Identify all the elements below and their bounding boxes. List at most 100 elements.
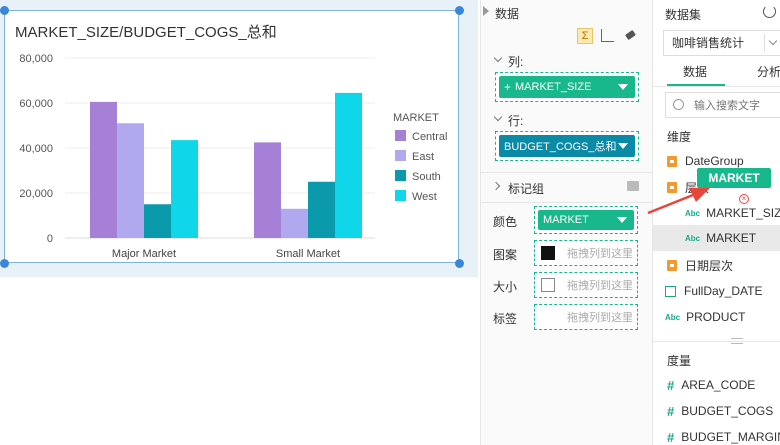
field-budget-cogs[interactable]: # BUDGET_COGS: [667, 398, 780, 424]
color-pill[interactable]: MARKET: [538, 210, 634, 230]
folder-icon: [667, 155, 677, 167]
resize-handle-bottom-left[interactable]: [0, 259, 9, 268]
tag-icon[interactable]: [627, 181, 639, 191]
bar-south-0[interactable]: [144, 204, 171, 238]
drag-tooltip: MARKET: [697, 168, 771, 188]
folder-icon: [667, 181, 677, 193]
pattern-swatch-icon: [541, 246, 555, 260]
tab-analysis[interactable]: 分析: [757, 63, 780, 80]
x-tick-label: Major Market: [112, 248, 176, 260]
bar-east-1[interactable]: [281, 208, 308, 238]
bar-west-0[interactable]: [171, 140, 198, 238]
chart-canvas: MARKET_SIZE/BUDGET_COGS_总和 80,000 60,000 4…: [0, 0, 480, 445]
color-label: 颜色: [493, 215, 518, 229]
legend-swatch-west[interactable]: [395, 190, 406, 201]
legend-swatch-east[interactable]: [395, 150, 406, 161]
legend-title: MARKET: [393, 112, 439, 124]
collapse-panel-icon[interactable]: [483, 6, 489, 16]
y-tick-label: 40,000: [19, 143, 53, 155]
sum-icon[interactable]: Σ: [577, 28, 593, 44]
plus-icon: +: [504, 80, 512, 94]
select-divider: [764, 34, 765, 52]
field-fullday-date[interactable]: FullDay_DATE: [665, 278, 780, 304]
text-type-icon: Abc: [685, 208, 701, 218]
bar-west-1[interactable]: [335, 92, 362, 238]
y-tick-label: 80,000: [19, 53, 53, 65]
size-drop-zone[interactable]: 拖拽列到这里: [534, 272, 638, 298]
legend-label-west[interactable]: West: [412, 191, 437, 203]
number-type-icon: #: [667, 403, 675, 419]
rows-drop-zone[interactable]: BUDGET_COGS_总和: [495, 131, 639, 161]
bar-east-0[interactable]: [117, 123, 144, 238]
number-type-icon: #: [667, 429, 675, 445]
columns-pill[interactable]: + MARKET_SIZE: [499, 76, 635, 98]
divider: [481, 202, 652, 203]
tab-data[interactable]: 数据: [683, 63, 707, 80]
field-market-size[interactable]: AbcMARKET_SIZE: [685, 200, 780, 226]
refresh-icon[interactable]: [763, 5, 776, 18]
pattern-label: 图案: [493, 248, 518, 262]
field-market[interactable]: Abc MARKET: [685, 225, 780, 251]
dataset-panel: 数据集 咖啡销售统计 数据 分析 维度 DateGroup 层次 AbcMARK…: [652, 0, 780, 445]
y-tick-label: 20,000: [19, 188, 53, 200]
tag-drop-zone[interactable]: 拖拽列到这里: [534, 304, 638, 330]
dataset-title: 数据集: [665, 8, 702, 22]
caret-down-icon[interactable]: [618, 143, 628, 149]
columns-drop-zone[interactable]: + MARKET_SIZE: [495, 72, 639, 102]
caret-down-icon[interactable]: [618, 84, 628, 90]
data-config-panel: 数据 Σ 列: + MARKET_SIZE 行: BUDGET_COGS_总和 …: [480, 0, 652, 445]
rows-pill[interactable]: BUDGET_COGS_总和: [499, 135, 635, 157]
search-box[interactable]: [665, 92, 780, 118]
swap-axes-icon[interactable]: [601, 29, 614, 42]
chevron-down-icon[interactable]: [493, 112, 503, 122]
chevron-right-icon[interactable]: [491, 181, 501, 191]
legend-label-central[interactable]: Central: [412, 131, 447, 143]
legend-swatch-south[interactable]: [395, 170, 406, 181]
caret-down-icon[interactable]: [617, 217, 627, 223]
dimension-title: 维度: [667, 130, 692, 144]
field-budget-margin[interactable]: # BUDGET_MARGIN: [667, 424, 780, 445]
search-input[interactable]: [692, 96, 780, 116]
measure-title: 度量: [667, 354, 692, 368]
text-type-icon: Abc: [665, 312, 681, 322]
color-drop-zone[interactable]: MARKET: [534, 206, 638, 234]
divider: [481, 172, 652, 173]
chart-widget[interactable]: MARKET_SIZE/BUDGET_COGS_总和 80,000 60,000 4…: [4, 10, 459, 263]
pattern-drop-zone[interactable]: 拖拽列到这里: [534, 240, 638, 266]
number-type-icon: #: [667, 377, 675, 393]
field-area-code[interactable]: # AREA_CODE: [667, 372, 780, 398]
legend-label-east[interactable]: East: [412, 151, 434, 163]
y-tick-label: 60,000: [19, 98, 53, 110]
legend-swatch-central[interactable]: [395, 130, 406, 141]
chevron-down-icon: [768, 36, 778, 46]
divider: [653, 341, 780, 342]
size-label: 大小: [493, 280, 518, 294]
calendar-icon: [665, 285, 676, 297]
resize-handle-bottom-right[interactable]: [455, 259, 464, 268]
columns-label: 列:: [508, 55, 524, 69]
legend-label-south[interactable]: South: [412, 171, 441, 183]
dataset-select[interactable]: 咖啡销售统计: [663, 30, 780, 56]
resize-handle-top-left[interactable]: [0, 6, 9, 15]
eraser-icon[interactable]: [625, 29, 636, 41]
tab-divider: [653, 86, 780, 87]
text-type-icon: Abc: [685, 233, 701, 243]
tag-label: 标签: [493, 312, 518, 326]
field-product[interactable]: Abc PRODUCT: [665, 304, 780, 330]
x-tick-label: Small Market: [276, 248, 340, 260]
marks-group-label: 标记组: [508, 182, 545, 196]
chevron-down-icon[interactable]: [493, 53, 503, 63]
bar-south-1[interactable]: [308, 181, 335, 238]
y-tick-label: 0: [47, 233, 53, 245]
resize-handle-top-right[interactable]: [455, 6, 464, 15]
bar-central-1[interactable]: [254, 142, 281, 238]
remove-icon[interactable]: ×: [739, 194, 749, 204]
folder-icon: [667, 259, 677, 271]
size-slider-icon: [541, 278, 555, 292]
bar-central-0[interactable]: [90, 101, 117, 238]
field-date-hierarchy[interactable]: 日期层次: [665, 252, 780, 278]
search-icon: [673, 99, 684, 110]
bar-chart: 80,000 60,000 40,000 20,000 0 Major Market Sma…: [19, 53, 447, 260]
rows-label: 行:: [508, 114, 524, 128]
panel-title: 数据: [495, 7, 520, 21]
